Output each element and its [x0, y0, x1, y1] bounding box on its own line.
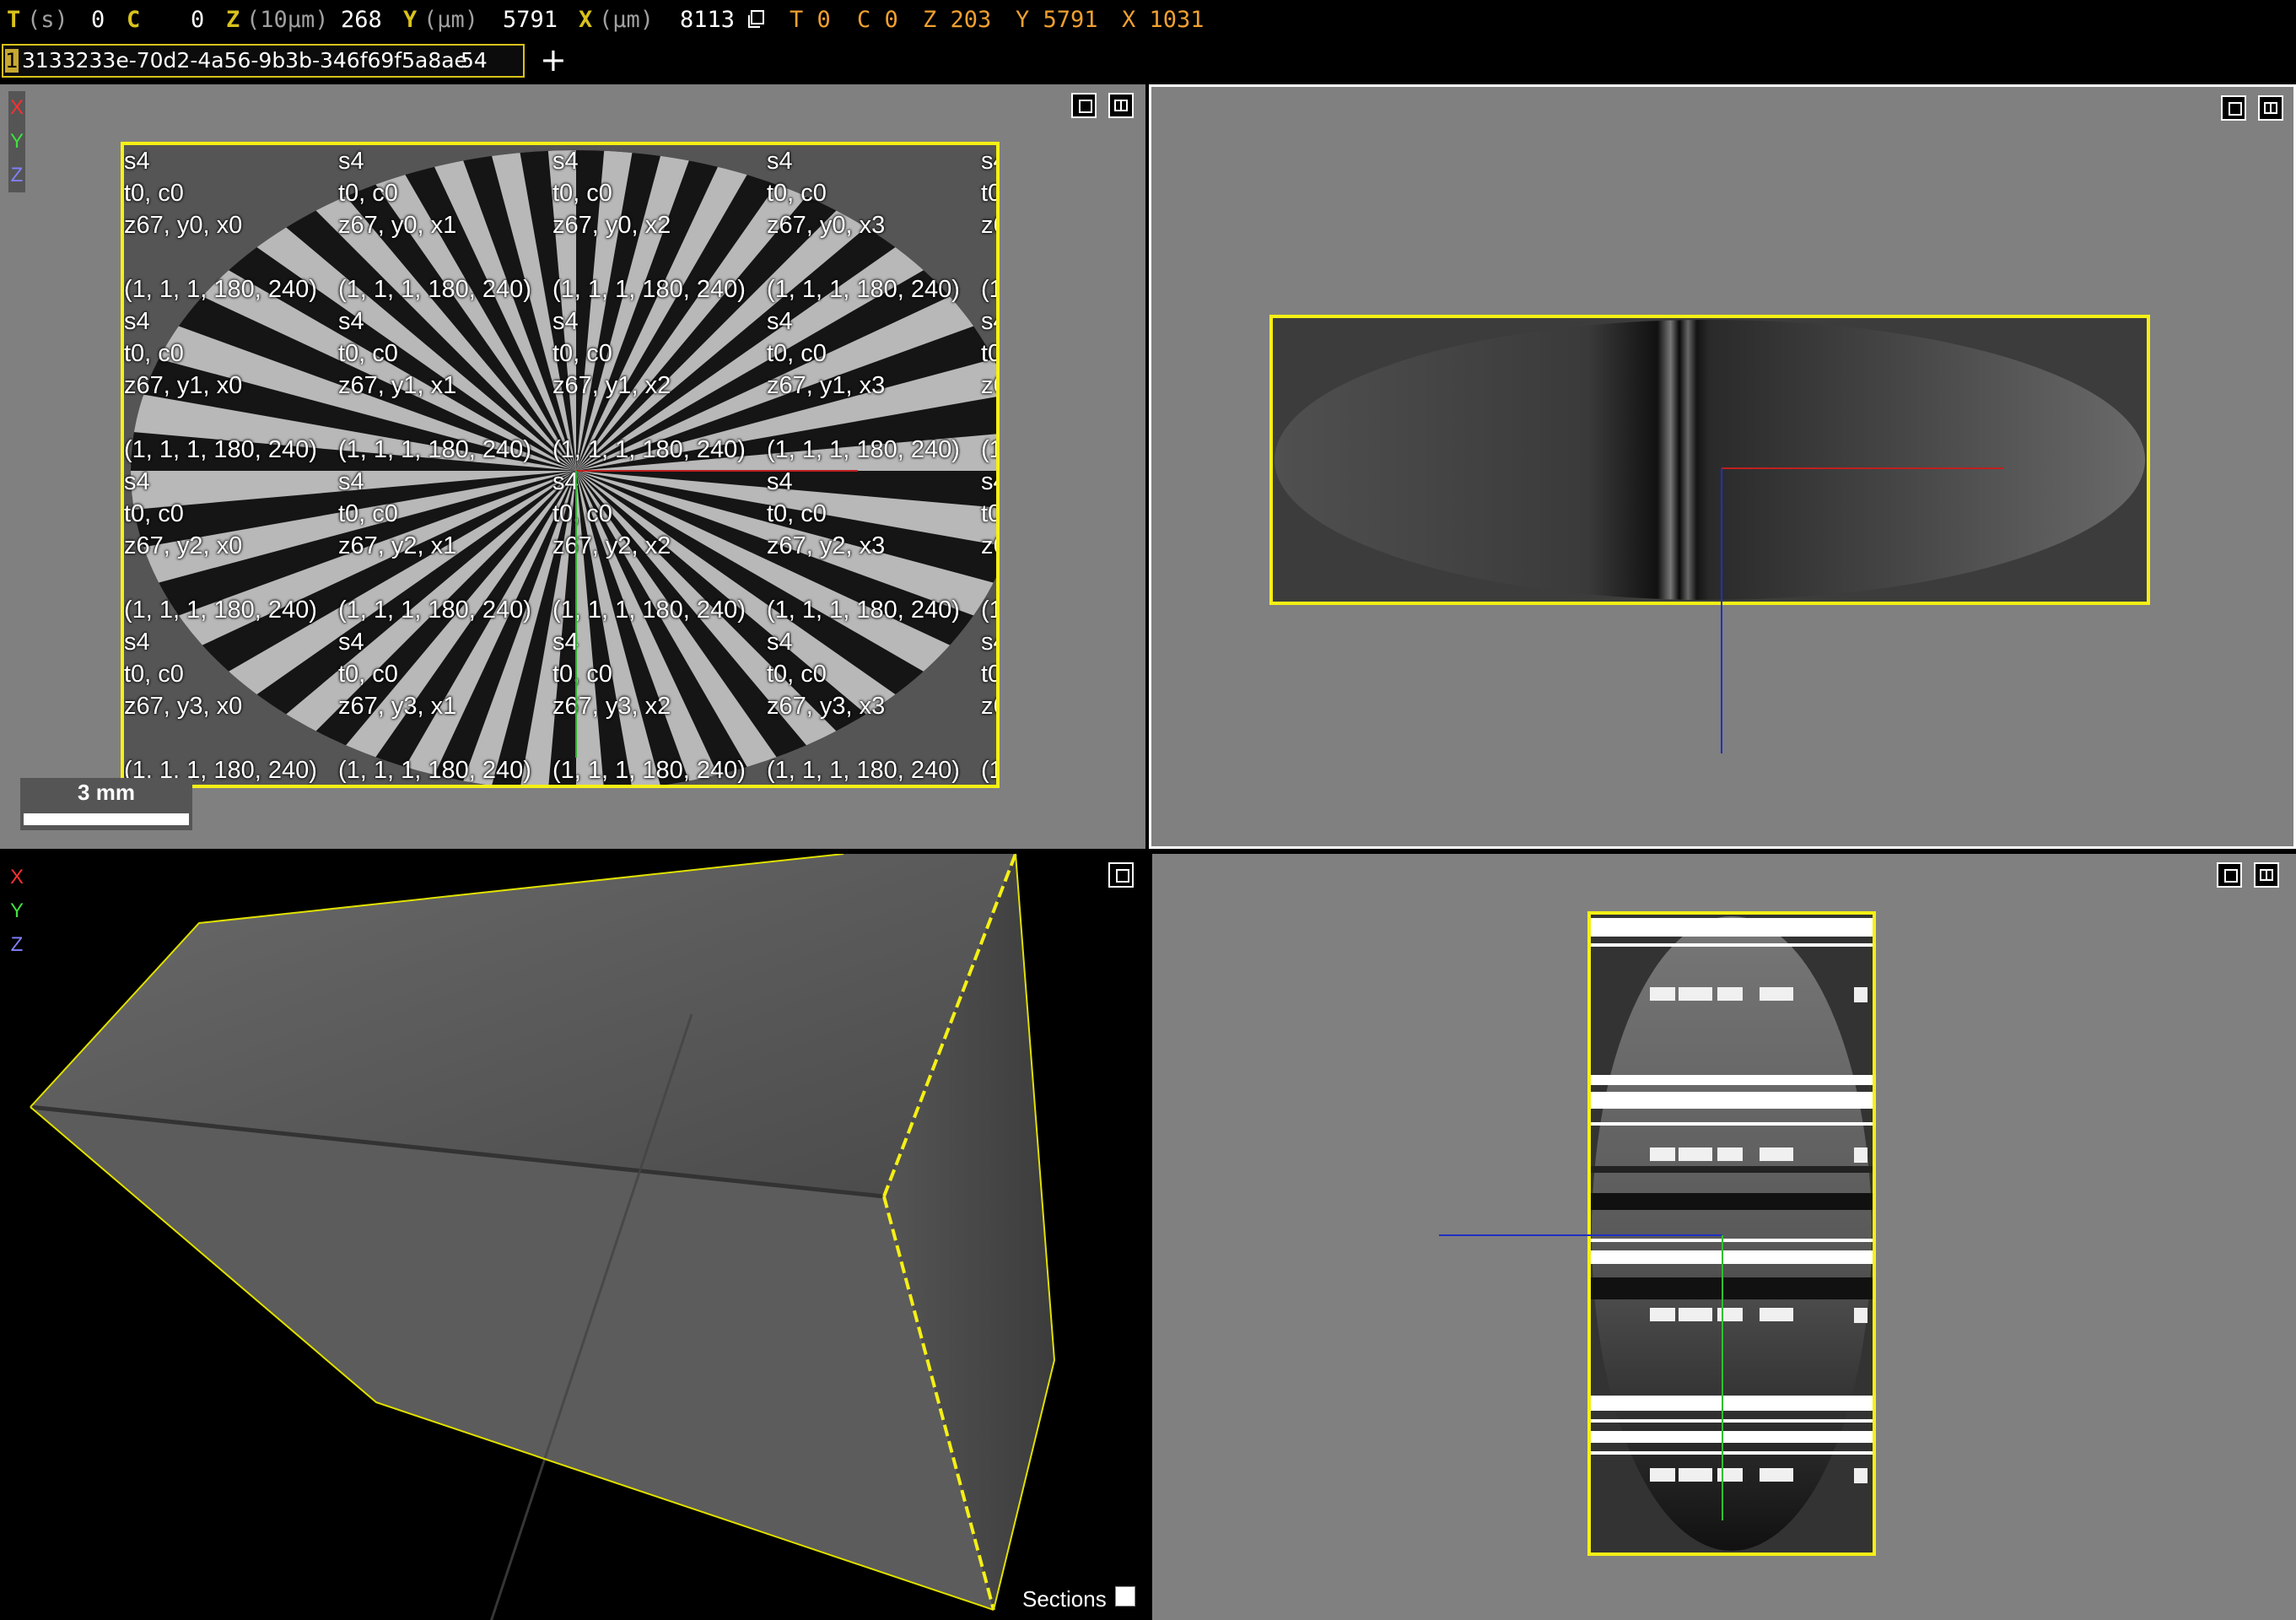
x-value[interactable]: 8113: [680, 0, 735, 40]
crosshair: [1721, 467, 2003, 753]
c-dim-label: C: [127, 7, 141, 33]
mouse-c: C 0: [857, 7, 898, 33]
y-dim-label: Y: [403, 7, 418, 33]
maximize-panel-button[interactable]: [1071, 93, 1097, 118]
t-dim-label: T: [7, 7, 21, 33]
split-panel-button[interactable]: [1108, 93, 1134, 118]
copy-icon[interactable]: [746, 10, 765, 29]
xy-view-panel[interactable]: X Y Z s4 t0, c0 z67, y0, x0 (1, 1, 1, 180, …: [0, 84, 1145, 849]
sections-checkbox[interactable]: [1115, 1586, 1135, 1606]
position-bar: T (s) 0 C 0 Z (10µm) 268 Y (µm) 5791 X (…: [0, 0, 2296, 40]
crosshair: [575, 470, 858, 758]
sections-label: Sections: [1022, 1586, 1107, 1612]
c-value[interactable]: 0: [191, 0, 204, 40]
add-layer-button[interactable]: +: [540, 44, 567, 76]
yz-view-panel[interactable]: [1152, 854, 2296, 1620]
t-unit: (s): [27, 7, 68, 33]
crosshair: [1439, 1234, 1723, 1520]
z-dim-label: Z: [226, 7, 240, 33]
scale-bar-line: [24, 813, 189, 825]
layer-name[interactable]: 3133233e-70d2-4a56-9b3b-346f69f5a8ae: [22, 49, 467, 73]
axis-legend: X Y Z: [8, 91, 25, 192]
axis-z-label: Z: [10, 164, 24, 186]
x-unit: (µm): [599, 7, 655, 33]
z-value[interactable]: 268: [341, 0, 382, 40]
layer-tab[interactable]: 1 3133233e-70d2-4a56-9b3b-346f69f5a8ae 5…: [2, 44, 525, 78]
xy-slice-image[interactable]: s4 t0, c0 z67, y0, x0 (1, 1, 1, 180, 240) s4…: [121, 142, 1000, 788]
layer-index: 1: [5, 49, 19, 73]
maximize-icon: [1079, 100, 1092, 113]
y-value[interactable]: 5791: [503, 0, 558, 40]
layer-value: 54: [461, 48, 488, 73]
split-layout-icon: [1114, 100, 1128, 111]
3d-view-panel[interactable]: X Y Z Sections: [0, 854, 1145, 1620]
axis-x-label: X: [9, 96, 24, 119]
scale-bar-label: 3 mm: [78, 780, 135, 805]
layer-bar: 1 3133233e-70d2-4a56-9b3b-346f69f5a8ae 5…: [0, 40, 2296, 84]
y-unit: (µm): [423, 7, 479, 33]
mouse-x: X 1031: [1122, 7, 1205, 33]
xz-view-panel[interactable]: [1149, 84, 2296, 849]
scale-bar: 3 mm: [20, 778, 192, 830]
mouse-z: Z 203: [923, 7, 992, 33]
volume-render: [30, 854, 1056, 1620]
t-value[interactable]: 0: [91, 0, 105, 40]
mouse-t: T 0: [790, 7, 831, 33]
mouse-y: Y 5791: [1016, 7, 1098, 33]
x-dim-label: X: [579, 7, 593, 33]
axis-y-label: Y: [9, 130, 24, 153]
z-unit: (10µm): [246, 7, 329, 33]
